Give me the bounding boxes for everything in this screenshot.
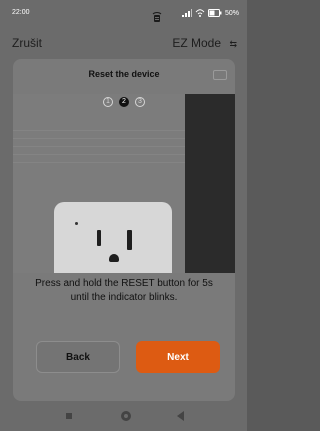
device-illustration: 1 2 3 — [13, 94, 235, 273]
smart-plug-image — [54, 202, 172, 273]
reset-device-card: Reset the device 1 2 3 Press and hold th… — [13, 59, 235, 401]
wall-panel-lines — [13, 130, 185, 170]
dark-background — [185, 94, 235, 273]
recent-apps-icon[interactable] — [66, 413, 72, 419]
card-title: Reset the device — [88, 69, 160, 79]
wifi-icon — [195, 9, 205, 17]
signal-icon — [181, 9, 192, 17]
battery-percentage: 50% — [224, 9, 239, 17]
step-1: 1 — [103, 97, 113, 107]
video-icon[interactable] — [213, 70, 227, 80]
instruction-text: Press and hold the RESET button for 5s u… — [35, 278, 213, 303]
outlet-slot-left — [97, 230, 101, 246]
status-icons: 50% — [181, 9, 239, 17]
mode-selector[interactable]: EZ Mode — [172, 36, 221, 50]
notification-icon — [152, 12, 162, 22]
system-nav-bar — [0, 401, 247, 431]
home-icon[interactable] — [121, 411, 131, 421]
next-button[interactable]: Next — [136, 341, 220, 373]
top-bar: Zrušit EZ Mode ⇆ — [0, 24, 247, 57]
outlet-slot-right — [127, 230, 132, 250]
step-indicator: 1 2 3 — [13, 97, 235, 107]
back-nav-icon[interactable] — [177, 411, 184, 421]
back-button[interactable]: Back — [36, 341, 120, 373]
screen: 22:00 50% Zrušit EZ Mode ⇆ Reset the dev… — [0, 0, 247, 431]
step-3: 3 — [135, 97, 145, 107]
switch-mode-icon[interactable]: ⇆ — [229, 39, 237, 50]
step-2: 2 — [119, 97, 129, 107]
outlet-ground-hole — [109, 254, 119, 262]
indicator-light — [75, 222, 78, 225]
battery-icon — [207, 9, 222, 17]
status-time: 22:00 — [12, 9, 30, 16]
cancel-button[interactable]: Zrušit — [12, 36, 42, 50]
status-bar: 22:00 50% — [0, 0, 247, 24]
